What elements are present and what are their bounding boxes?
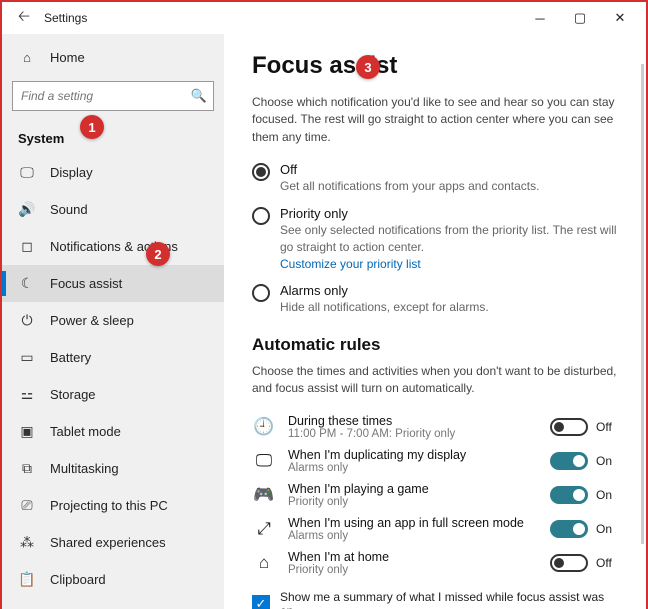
search-icon: 🔍 [191, 88, 207, 104]
nav-notifications[interactable]: ◻Notifications & actions [2, 228, 224, 265]
nav-focus-assist[interactable]: ☾Focus assist [2, 265, 224, 302]
clipboard-icon: 📋 [18, 571, 36, 588]
radio-priority-input[interactable] [252, 207, 270, 225]
page-title: Focus assist [252, 52, 618, 80]
focus-level-group: Off Get all notifications from your apps… [252, 162, 618, 315]
radio-alarms[interactable]: Alarms only Hide all notifications, exce… [252, 283, 618, 315]
fullscreen-icon: ⤢ [252, 517, 276, 541]
sound-icon: 🔊 [18, 201, 36, 218]
main-panel: Focus assist Choose which notification y… [224, 34, 646, 609]
toggle-game[interactable] [550, 486, 588, 504]
game-icon: 🎮 [252, 483, 276, 507]
toggle-duplicate[interactable] [550, 452, 588, 470]
sidebar-home[interactable]: ⌂ Home [2, 42, 224, 73]
power-icon: ⏻ [18, 312, 36, 329]
title-bar: 🡠 Settings ─ ▢ ✕ [2, 2, 646, 34]
nav-projecting[interactable]: ⎚Projecting to this PC [2, 487, 224, 524]
shared-icon: ⁂ [18, 534, 36, 551]
home-icon: ⌂ [18, 50, 36, 65]
monitor-icon: 🖵 [252, 449, 276, 473]
toggle-fullscreen[interactable] [550, 520, 588, 538]
back-button[interactable]: 🡠 [8, 2, 40, 34]
app-title: Settings [44, 11, 87, 25]
toggle-home[interactable] [550, 554, 588, 572]
callout-1: 1 [80, 115, 104, 139]
scrollbar[interactable] [641, 64, 644, 544]
callout-2: 2 [146, 242, 170, 266]
nav-multitasking[interactable]: ⧉Multitasking [2, 450, 224, 487]
rule-game[interactable]: 🎮 When I'm playing a gamePriority only O… [252, 482, 618, 508]
rule-duplicate-display[interactable]: 🖵 When I'm duplicating my displayAlarms … [252, 448, 618, 474]
minimize-button[interactable]: ─ [520, 2, 560, 34]
maximize-button[interactable]: ▢ [560, 2, 600, 34]
radio-priority[interactable]: Priority only See only selected notifica… [252, 206, 618, 270]
projecting-icon: ⎚ [18, 497, 36, 514]
multitasking-icon: ⧉ [18, 460, 36, 477]
nav-tablet-mode[interactable]: ▣Tablet mode [2, 413, 224, 450]
radio-alarms-input[interactable] [252, 284, 270, 302]
nav-remote-desktop[interactable]: ⧉Remote Desktop [2, 598, 224, 609]
customize-priority-link[interactable]: Customize your priority list [280, 257, 618, 271]
rule-fullscreen[interactable]: ⤢ When I'm using an app in full screen m… [252, 516, 618, 542]
notifications-icon: ◻ [18, 238, 36, 255]
nav-list: 🖵Display 🔊Sound ◻Notifications & actions… [2, 154, 224, 609]
search-input[interactable] [13, 82, 213, 110]
radio-off-input[interactable] [252, 163, 270, 181]
nav-clipboard[interactable]: 📋Clipboard [2, 561, 224, 598]
nav-sound[interactable]: 🔊Sound [2, 191, 224, 228]
search-input-wrap[interactable]: 🔍 [12, 81, 214, 111]
radio-off[interactable]: Off Get all notifications from your apps… [252, 162, 618, 194]
display-icon: 🖵 [18, 164, 36, 181]
nav-battery[interactable]: ▭Battery [2, 339, 224, 376]
rules-heading: Automatic rules [252, 335, 618, 355]
summary-checkbox-row[interactable]: ✓ Show me a summary of what I missed whi… [252, 590, 618, 609]
callout-3: 3 [356, 55, 380, 79]
summary-checkbox[interactable]: ✓ [252, 595, 270, 609]
rule-home[interactable]: ⌂ When I'm at homePriority only Off [252, 550, 618, 576]
storage-icon: ⚍ [18, 386, 36, 403]
home-label: Home [50, 50, 85, 65]
rule-times[interactable]: 🕘 During these times11:00 PM - 7:00 AM: … [252, 414, 618, 440]
battery-icon: ▭ [18, 349, 36, 366]
nav-power-sleep[interactable]: ⏻Power & sleep [2, 302, 224, 339]
tablet-icon: ▣ [18, 423, 36, 440]
toggle-times[interactable] [550, 418, 588, 436]
page-description: Choose which notification you'd like to … [252, 94, 618, 146]
nav-display[interactable]: 🖵Display [2, 154, 224, 191]
sidebar: ⌂ Home 🔍 System 🖵Display 🔊Sound ◻Notific… [2, 34, 224, 609]
close-button[interactable]: ✕ [600, 2, 640, 34]
rules-list: 🕘 During these times11:00 PM - 7:00 AM: … [252, 414, 618, 576]
section-label: System [2, 121, 224, 154]
nav-storage[interactable]: ⚍Storage [2, 376, 224, 413]
focus-assist-icon: ☾ [18, 275, 36, 292]
nav-shared[interactable]: ⁂Shared experiences [2, 524, 224, 561]
rules-description: Choose the times and activities when you… [252, 363, 618, 398]
house-icon: ⌂ [252, 551, 276, 575]
clock-icon: 🕘 [252, 415, 276, 439]
